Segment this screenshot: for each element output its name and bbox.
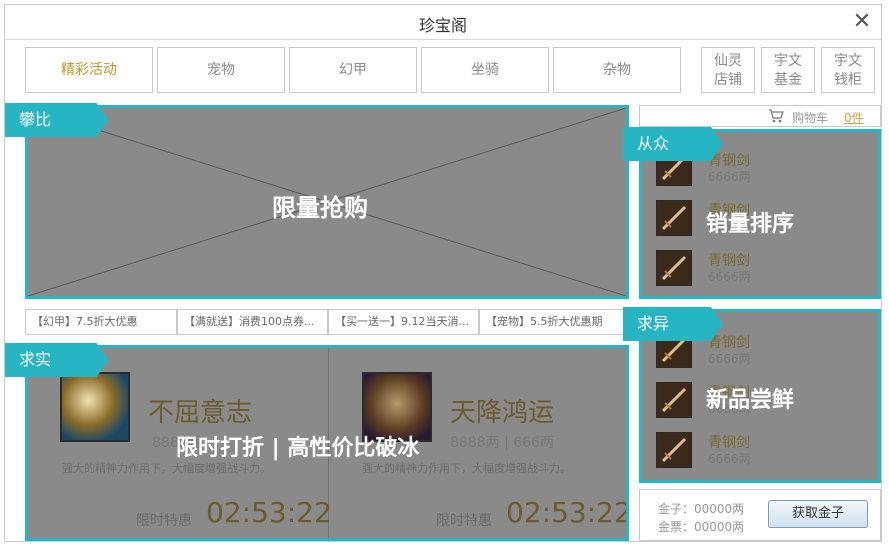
deal-label: 限时特惠 (136, 513, 192, 529)
new-items-ribbon: 求异 (623, 307, 723, 341)
new-items-overlay-text: 新品尝鲜 (706, 388, 795, 413)
sword-icon (656, 382, 692, 418)
deal-description: 强大的精神力作用下，大幅度增强战斗力。 (62, 462, 271, 475)
cart-label: 购物车 (792, 111, 829, 125)
tab-spirit-shop[interactable]: 仙灵 店铺 (701, 47, 755, 93)
deal-timer: 02:53:22 (506, 496, 629, 529)
tab-pets[interactable]: 宠物 (157, 47, 285, 93)
deal-label: 限时特惠 (436, 513, 492, 529)
tab-spirit-shop-line1: 仙灵 (714, 53, 742, 69)
currency-box: 金子：00000两 金票：00000两 获取金子 (639, 489, 881, 541)
tab-yuwen-vault-line2: 钱柜 (834, 72, 862, 88)
title-bar: 珍宝阁 ✕ (5, 5, 881, 40)
flash-deals-panel: 不屈意志 8888两 强大的精神力作用下，大幅度增强战斗力。 限时特惠 02:5… (25, 345, 629, 541)
promo-link[interactable]: 【满就送】消费100点券... (177, 309, 328, 335)
sword-icon (656, 432, 692, 468)
tab-spirit-shop-line2: 店铺 (714, 72, 742, 88)
banner-overlay-text: 限量抢购 (272, 194, 368, 222)
deal-name: 天降鸿运 (450, 398, 555, 428)
promo-link[interactable]: 【买一送一】9.12当天消... (328, 309, 479, 335)
cart-count-link[interactable]: 0件 (844, 109, 864, 126)
limited-sale-banner[interactable]: 限量抢购 (25, 105, 629, 299)
tab-yuwen-vault-line1: 宇文 (834, 53, 862, 69)
tab-misc[interactable]: 杂物 (553, 47, 681, 93)
tab-yuwen-vault[interactable]: 宇文 钱柜 (821, 47, 875, 93)
feather-icon[interactable] (60, 372, 130, 442)
item-name: 青钢剑 (708, 253, 750, 269)
promo-row: 【幻甲】7.5折大优惠 【满就送】消费100点券... 【买一送一】9.12当天… (25, 309, 629, 335)
item-price: 6666两 (708, 452, 751, 466)
promo-link[interactable]: 【幻甲】7.5折大优惠 (25, 309, 177, 335)
cart-bar: 购物车 0件 (639, 105, 881, 127)
tab-yuwen-fund-line1: 宇文 (774, 53, 802, 69)
list-item[interactable]: 青钢剑 6666两 (656, 248, 856, 288)
deal-price: 8888两 | 666两 (450, 435, 554, 451)
deal-name: 不屈意志 (148, 398, 253, 428)
deals-overlay-text: 限时打折 | 高性价比破冰 (176, 436, 420, 461)
tab-events[interactable]: 精彩活动 (25, 47, 153, 93)
item-price: 6666两 (708, 270, 751, 284)
deals-ribbon: 求实 (5, 343, 109, 377)
promo-link[interactable]: 【宠物】5.5折大优惠期 (479, 309, 629, 335)
item-price: 6666两 (708, 170, 751, 184)
top-sales-overlay-text: 销量排序 (706, 212, 795, 237)
item-price: 6666两 (708, 352, 751, 366)
get-gold-button[interactable]: 获取金子 (768, 500, 868, 528)
sword-icon (656, 250, 692, 286)
tab-yuwen-fund[interactable]: 宇文 基金 (761, 47, 815, 93)
sword-icon (656, 200, 692, 236)
tab-mounts[interactable]: 坐骑 (421, 47, 549, 93)
treasure-pavilion-window: 珍宝阁 ✕ 精彩活动 宠物 幻甲 坐骑 杂物 仙灵 店铺 宇文 基金 宇文 钱柜… (4, 4, 882, 542)
window-title: 珍宝阁 (418, 16, 467, 35)
list-item[interactable]: 青钢剑 6666两 (656, 430, 856, 470)
item-name: 青钢剑 (708, 435, 750, 451)
deal-description: 强大的精神力作用下，大幅度增强战斗力。 (362, 462, 571, 475)
top-sales-ribbon: 从众 (623, 127, 723, 161)
ticket-balance: 金票：00000两 (658, 520, 745, 534)
banner-ribbon: 攀比 (5, 103, 109, 137)
close-icon[interactable]: ✕ (851, 11, 873, 33)
gold-balance: 金子：00000两 (658, 502, 745, 516)
deal-timer: 02:53:22 (206, 496, 332, 529)
cart-icon[interactable] (768, 109, 784, 123)
tab-yuwen-fund-line2: 基金 (774, 72, 802, 88)
tab-armor[interactable]: 幻甲 (289, 47, 417, 93)
